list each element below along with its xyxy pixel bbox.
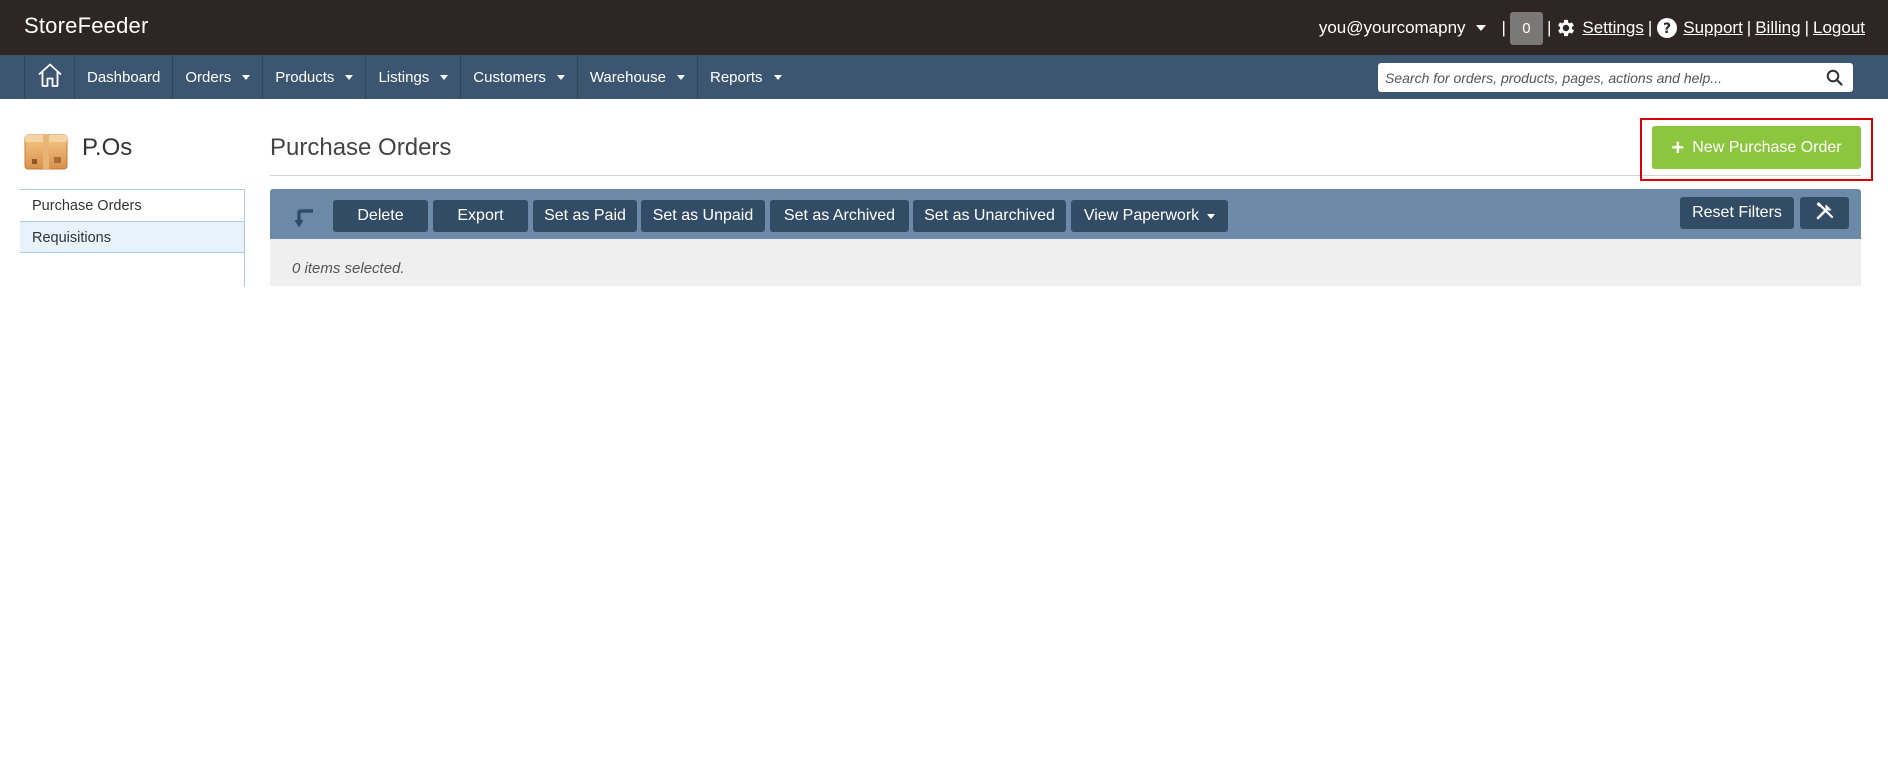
sidebar-item-purchase-orders[interactable]: Purchase Orders — [20, 189, 244, 221]
new-purchase-order-label: New Purchase Order — [1692, 138, 1842, 156]
export-button[interactable]: Export — [433, 200, 528, 232]
chevron-down-icon — [1207, 213, 1216, 219]
nav-label: Warehouse — [589, 68, 666, 86]
billing-link[interactable]: Billing — [1755, 18, 1800, 38]
view-paperwork-dropdown[interactable]: View Paperwork — [1071, 200, 1228, 232]
page-title: Purchase Orders — [270, 134, 452, 161]
plus-icon: + — [1671, 134, 1685, 160]
select-all-arrow-icon[interactable] — [294, 207, 316, 229]
items-selected-text: 0 items selected. — [292, 260, 405, 277]
sidebar-nav: Purchase Orders Requisitions — [20, 189, 245, 287]
logout-link[interactable]: Logout — [1813, 18, 1865, 38]
settings-link[interactable]: Settings — [1582, 18, 1643, 38]
nav-label: Orders — [185, 68, 232, 86]
brand-logo[interactable]: StoreFeeder — [24, 13, 149, 39]
separator: | — [1546, 18, 1552, 37]
title-divider — [270, 175, 1861, 176]
home-icon — [36, 61, 64, 93]
top-bar: StoreFeeder you@yourcomapny | 0 | Settin… — [0, 0, 1888, 55]
chevron-down-icon — [242, 74, 251, 80]
set-as-unpaid-button[interactable]: Set as Unpaid — [641, 200, 765, 232]
set-as-archived-button[interactable]: Set as Archived — [770, 200, 909, 232]
help-icon[interactable]: ? — [1656, 17, 1678, 39]
chevron-down-icon — [676, 74, 685, 80]
nav-home[interactable] — [25, 55, 75, 99]
selection-status-bar: 0 items selected. — [270, 239, 1861, 286]
chevron-down-icon — [773, 74, 782, 80]
nav-customers[interactable]: Customers — [461, 55, 578, 99]
actions-toolbar: Delete Export Set as Paid Set as Unpaid … — [270, 189, 1861, 239]
separator: | — [1647, 18, 1653, 37]
nav-orders[interactable]: Orders — [173, 55, 264, 99]
new-purchase-order-button[interactable]: + New Purchase Order — [1652, 126, 1861, 169]
column-settings-button[interactable] — [1800, 197, 1849, 229]
chevron-down-icon — [1475, 25, 1486, 31]
support-link[interactable]: Support — [1683, 18, 1743, 38]
sidebar-title: P.Os — [82, 134, 133, 161]
chevron-down-icon — [345, 74, 354, 80]
separator: | — [1804, 18, 1809, 37]
reset-filters-button[interactable]: Reset Filters — [1680, 197, 1794, 229]
nav-label: Dashboard — [87, 68, 161, 86]
separator: | — [1501, 18, 1506, 37]
nav-label: Products — [275, 68, 335, 86]
user-email: you@yourcomapny — [1318, 18, 1466, 37]
global-search — [1378, 63, 1853, 92]
search-icon[interactable] — [1826, 69, 1843, 86]
nav-label: Customers — [473, 68, 546, 86]
chevron-down-icon — [556, 74, 565, 80]
delete-button[interactable]: Delete — [333, 200, 428, 232]
set-as-paid-button[interactable]: Set as Paid — [533, 200, 637, 232]
nav-dashboard[interactable]: Dashboard — [75, 55, 174, 99]
chevron-down-icon — [440, 74, 449, 80]
sidebar-item-requisitions[interactable]: Requisitions — [20, 221, 244, 253]
top-right-menu: you@yourcomapny | 0 | Settings | ? Suppo… — [1319, 11, 1865, 45]
view-paperwork-label: View Paperwork — [1083, 207, 1200, 224]
nav-menu: Dashboard Orders Products Listings Custo… — [24, 55, 794, 99]
notification-count-badge[interactable]: 0 — [1509, 11, 1543, 45]
nav-listings[interactable]: Listings — [366, 55, 462, 99]
set-as-unarchived-button[interactable]: Set as Unarchived — [913, 200, 1066, 232]
main-navbar: Dashboard Orders Products Listings Custo… — [0, 55, 1888, 99]
nav-label: Listings — [378, 68, 430, 86]
nav-warehouse[interactable]: Warehouse — [578, 55, 698, 99]
nav-products[interactable]: Products — [263, 55, 367, 99]
tools-icon — [1815, 201, 1835, 226]
search-input[interactable] — [1378, 69, 1798, 86]
svg-text:?: ? — [1663, 21, 1671, 37]
nav-reports[interactable]: Reports — [698, 55, 794, 99]
separator: | — [1746, 18, 1752, 37]
user-menu[interactable]: you@yourcomapny — [1319, 18, 1486, 38]
gear-icon[interactable] — [1555, 17, 1577, 39]
purchase-orders-box-icon — [24, 131, 68, 170]
nav-label: Reports — [709, 68, 763, 86]
